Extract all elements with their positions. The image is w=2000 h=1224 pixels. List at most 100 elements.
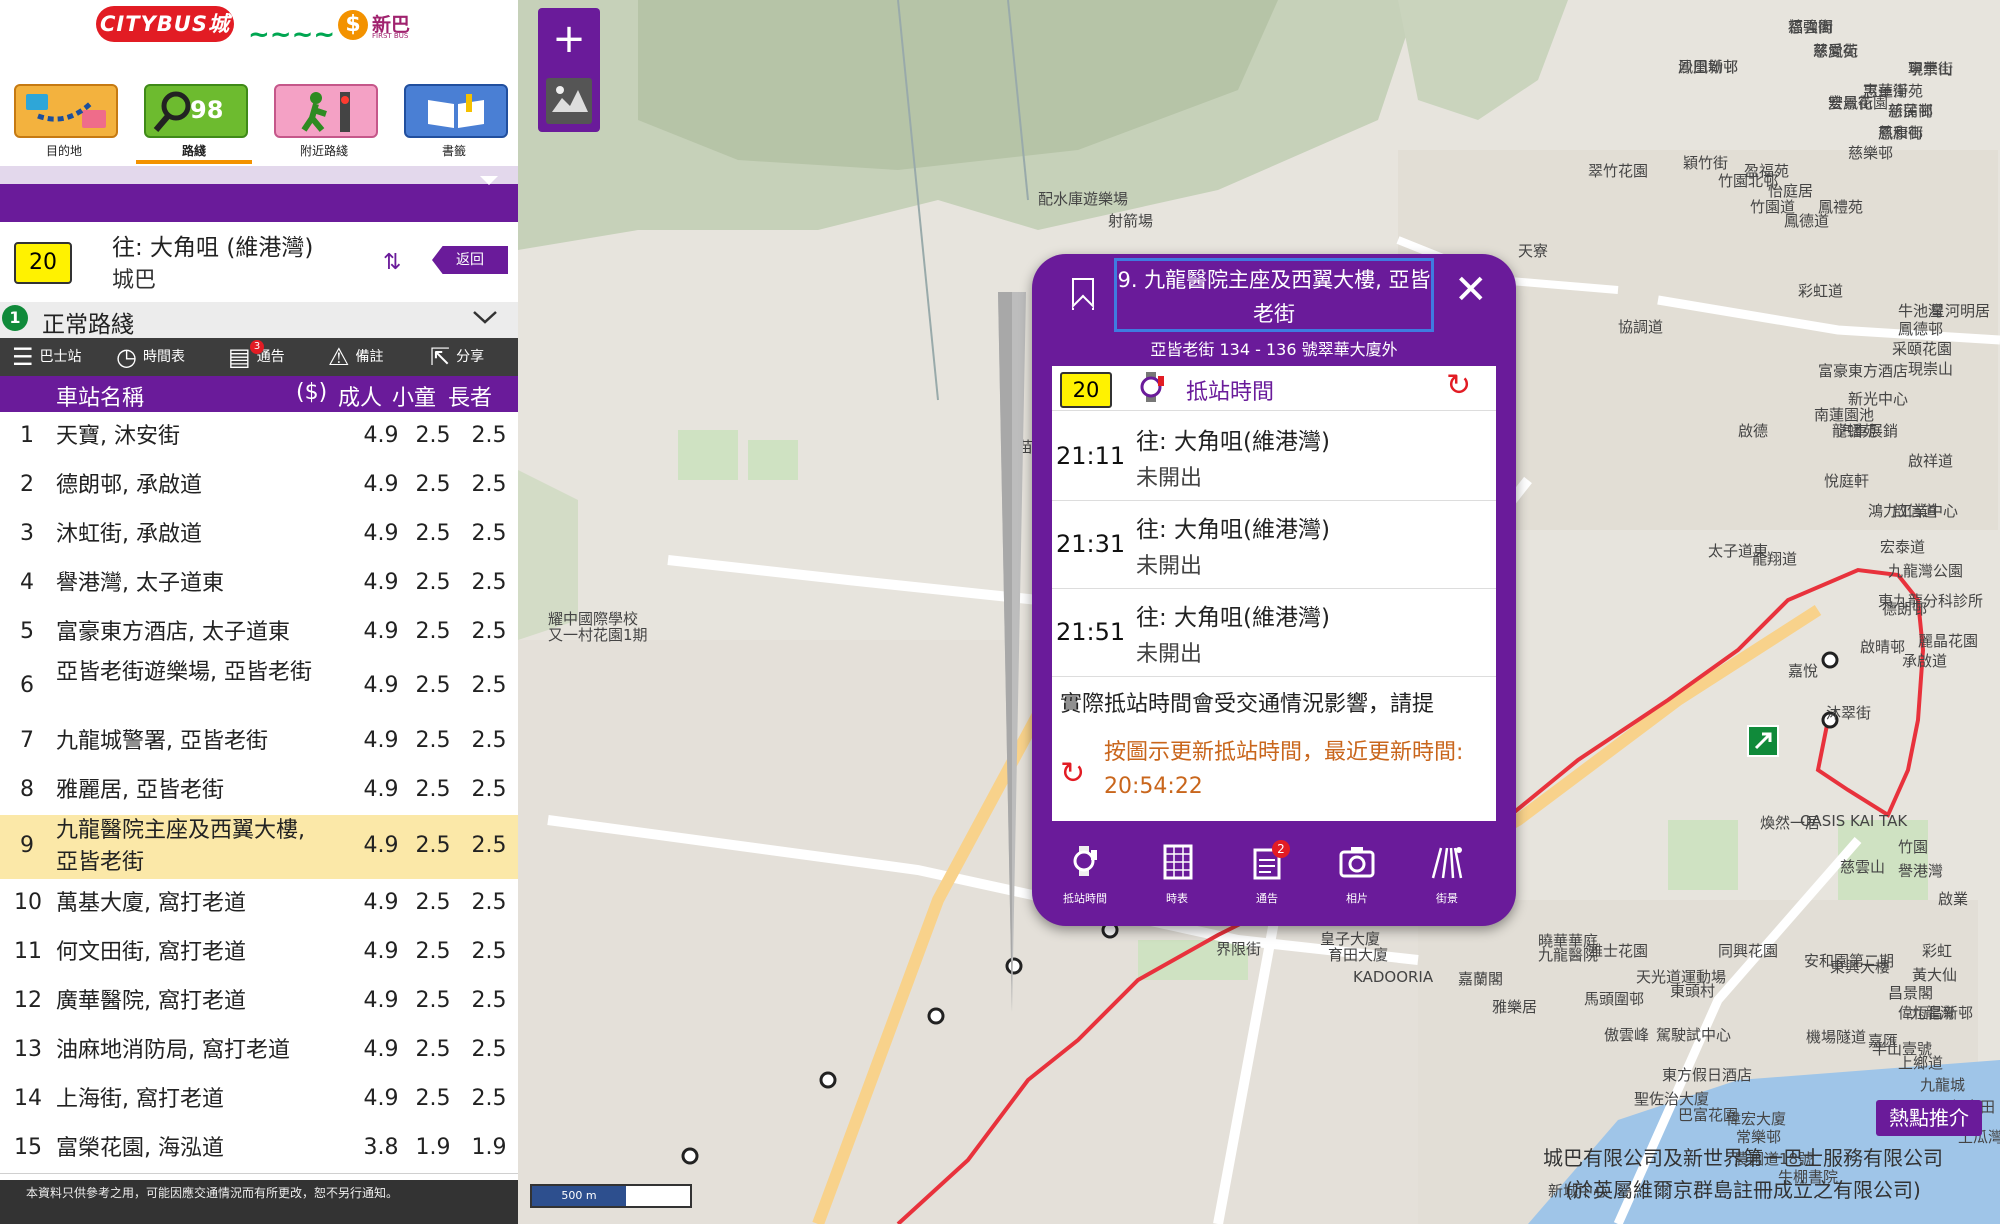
eta-time: 21:11 [1056,442,1126,470]
tool-label: 巴士站 [39,349,82,365]
tool-label: 時間表 [142,349,185,365]
stop-row[interactable]: 15 富榮花園, 海泓道 3.8 1.9 1.9 [0,1124,518,1174]
close-icon[interactable]: ✕ [1454,270,1488,310]
map-place-label: 翠竹花園 [1588,162,1649,180]
stop-row[interactable]: 13 油麻地消防局, 窩打老道 4.9 2.5 2.5 [0,1026,518,1076]
map-place-label: 盈福苑 [1744,162,1790,180]
stop-row[interactable]: 1 天寶, 沐安街 4.9 2.5 2.5 [0,412,518,462]
swap-direction-icon[interactable]: ⇅ [383,250,401,275]
chevron-down-icon[interactable] [480,176,498,185]
map-place-label: 雅樂居 [1492,998,1538,1016]
tool-label: 備註 [355,349,384,365]
popup-tab-notice[interactable]: 2 通告 [1232,840,1302,910]
nav-route-number: 98 [190,96,224,124]
disclaimer-text: 本資料只供參考之用，可能因應交通情況而有所更改，恕不另行通知。 [0,1180,518,1224]
nav-label: 書籤 [441,144,466,158]
popup-tab-timetable[interactable]: 時表 [1142,840,1212,910]
stop-index: 4 [20,570,34,595]
map-place-label: 東方假日酒店 [1662,1066,1753,1084]
bus-stop-list-icon: ☰ [12,343,34,371]
fare-senior: 2.5 [471,777,507,802]
stop-row[interactable]: 9 九龍醫院主座及西翼大樓, 亞皆老街 4.9 2.5 2.5 [0,815,518,880]
popup-tab-label: 街景 [1436,892,1458,905]
stop-row[interactable]: 3 沐虹街, 承啟道 4.9 2.5 2.5 [0,510,518,560]
map-place-label: KADOORIA [1353,968,1434,986]
stop-row[interactable]: 7 九龍城警署, 亞皆老街 4.9 2.5 2.5 [0,717,518,767]
hot-recommend-button[interactable]: 熱點推介 [1876,1100,1982,1136]
popup-tab-street-view[interactable]: 街景 [1412,840,1482,910]
back-button[interactable]: 返回 [432,246,508,274]
bookmark-icon[interactable] [1072,278,1094,310]
popup-tab-eta-watch[interactable]: 抵站時間 [1050,840,1120,910]
map-place-label: 鳳德邨 [1898,320,1944,338]
refresh-icon[interactable]: ↻ [1060,756,1085,791]
scale-label: 500 m [532,1186,626,1206]
stop-name: 九龍城警署, 亞皆老街 [56,729,268,754]
fare-adult: 4.9 [363,521,399,546]
nav-nearby-route[interactable]: 附近路綫 [260,60,388,166]
zoom-in-button[interactable]: + [538,8,600,70]
stop-name: 譽港灣, 太子道東 [56,571,224,596]
refresh-icon[interactable]: ↻ [1446,368,1471,403]
stop-row[interactable]: 6 亞皆老街遊樂場, 亞皆老街 4.9 2.5 2.5 [0,657,518,718]
stop-name: 九龍醫院主座及西翼大樓, 亞皆老街 [56,818,305,875]
map-place-label: 現崇山 [1908,60,1954,78]
fare-senior: 2.5 [471,1037,507,1062]
popup-tab-camera[interactable]: 相片 [1322,840,1392,910]
fare-child: 2.5 [415,1037,451,1062]
stop-row[interactable]: 11 何文田街, 窩打老道 4.9 2.5 2.5 [0,928,518,978]
map-layer-button[interactable] [546,78,592,124]
stop-name: 亞皆老街遊樂場, 亞皆老街 [56,660,312,685]
eta-status: 未開出 [1136,466,1203,491]
tool-share[interactable]: ⇱ 分享 [430,338,484,376]
eta-time: 21:51 [1056,618,1126,646]
stop-index: 13 [14,1037,42,1062]
map-layer-icon [552,86,588,112]
route-toggle-strip [0,166,518,184]
warning-icon: ⚠ [328,343,350,371]
route-toolbar: ☰ 巴士站 ◷ 時間表 ▤ 3 通告 ⚠ 備註 ⇱ 分享 [0,338,518,376]
stop-row[interactable]: 8 雅麗居, 亞皆老街 4.9 2.5 2.5 [0,766,518,816]
stop-index: 8 [20,777,34,802]
bookmark-book-icon [404,84,508,138]
fare-adult: 4.9 [363,673,399,698]
map-place-label: 龍翔道 [1752,550,1798,568]
map-place-label: 啟祥道 [1908,452,1954,470]
map-place-label: 富豪東方酒店 [1818,362,1909,380]
fare-adult: 4.9 [363,833,399,858]
fare-adult: 4.9 [363,728,399,753]
route-number-badge: 20 [14,242,72,284]
route-variant-select[interactable]: 1 正常路綫 [0,302,518,338]
map-place-label: 東頭村 [1670,982,1716,1000]
nav-destination[interactable]: 目的地 [0,60,128,166]
map-place-label: OASIS KAI TAK [1800,812,1908,830]
tool-timetable[interactable]: ◷ 時間表 [116,338,185,376]
fare-table-header: 車站名稱 ($) 成人 小童 長者 [0,376,518,412]
stop-row[interactable]: 10 萬基大廈, 窩打老道 4.9 2.5 2.5 [0,879,518,929]
timetable-icon [1163,844,1193,880]
eta-row: 21:11 往: 大角咀(維港灣) 未開出 [1052,412,1496,501]
map-place-label: 啟德 [1738,422,1769,440]
stop-row[interactable]: 12 廣華醫院, 窩打老道 4.9 2.5 2.5 [0,977,518,1027]
map-place-label: 新蒲崗 [1888,102,1934,120]
stop-row[interactable]: 14 上海街, 窩打老道 4.9 2.5 2.5 [0,1075,518,1125]
destination-icon [14,84,118,138]
route-destination: 往: 大角咀 (維港灣) [112,235,314,261]
nav-bookmark[interactable]: 書籤 [390,60,518,166]
stop-name: 富豪東方酒店, 太子道東 [56,620,290,645]
tool-remark[interactable]: ⚠ 備註 [328,338,384,376]
tool-notice[interactable]: ▤ 3 通告 [228,338,285,376]
map-place-label: 福強街 [1788,18,1834,36]
map-zoom-control: + [538,8,600,132]
route-toggle-band[interactable] [0,166,518,222]
fare-adult: 4.9 [363,890,399,915]
stop-row[interactable]: 4 譽港灣, 太子道東 4.9 2.5 2.5 [0,559,518,609]
tool-bus-stops[interactable]: ☰ 巴士站 [12,338,82,376]
nav-active-indicator [136,160,252,164]
map-place-label: 馬頭圍邨 [1584,990,1645,1008]
stop-row[interactable]: 5 富豪東方酒店, 太子道東 4.9 2.5 2.5 [0,608,518,658]
nav-route[interactable]: 98 路綫 [130,60,258,166]
map-place-label: 界限街 [1216,940,1262,958]
fare-adult: 3.8 [363,1135,399,1160]
stop-row[interactable]: 2 德朗邨, 承啟道 4.9 2.5 2.5 [0,461,518,511]
